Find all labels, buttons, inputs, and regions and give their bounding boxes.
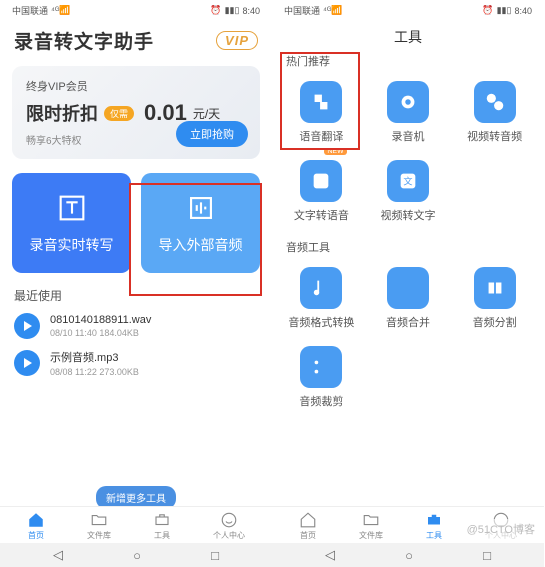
- tab-files[interactable]: 文件库: [87, 511, 111, 541]
- status-bar: 中国联通⁴ᴳ📶 ⏰▮▮▯8:40: [0, 0, 272, 21]
- section-hot: 热门推荐: [272, 49, 544, 69]
- text-frame-icon: [55, 191, 89, 225]
- back-icon[interactable]: ◁: [325, 547, 335, 563]
- trim-icon: [310, 356, 332, 378]
- recents-icon[interactable]: □: [211, 548, 219, 563]
- tool-tts[interactable]: NEW文字转语音: [278, 152, 365, 231]
- tool-split[interactable]: 音频分割: [451, 259, 538, 338]
- recents-icon[interactable]: □: [483, 548, 491, 563]
- list-item[interactable]: 示例音频.mp308/08 11:22 273.00KB: [0, 344, 272, 382]
- tool-recorder[interactable]: 录音机: [365, 73, 452, 152]
- home-soft-icon[interactable]: ○: [405, 548, 413, 563]
- convert-icon: [484, 91, 506, 113]
- note-icon: [310, 277, 332, 299]
- tab-home[interactable]: 首页: [27, 511, 45, 541]
- tab-tools[interactable]: 工具: [153, 511, 171, 541]
- app-title: 录音转文字助手: [14, 27, 154, 54]
- vtt-icon: 文: [397, 170, 419, 192]
- smile-icon: [220, 511, 238, 529]
- buy-now-button[interactable]: 立即抢购: [176, 121, 248, 147]
- list-item[interactable]: 0810140188911.wav08/10 11:40 184.04KB: [0, 308, 272, 344]
- home-icon: [299, 511, 317, 529]
- tab-tools[interactable]: 工具: [425, 511, 443, 541]
- phone-right: 中国联通⁴ᴳ📶 ⏰▮▮▯8:40 工具 热门推荐 语音翻译 录音机 视频转音频 …: [272, 0, 544, 567]
- new-badge: NEW: [324, 148, 346, 155]
- recent-header: 最近使用: [0, 279, 272, 308]
- watermark: @51CTO博客: [463, 519, 539, 539]
- tool-video-to-audio[interactable]: 视频转音频: [451, 73, 538, 152]
- android-nav: ◁ ○ □: [272, 543, 544, 567]
- vip-badge[interactable]: VIP: [216, 31, 258, 50]
- android-nav: ◁ ○ □: [0, 543, 272, 567]
- briefcase-icon: [425, 511, 443, 529]
- tool-merge[interactable]: 音频合并: [365, 259, 452, 338]
- briefcase-icon: [153, 511, 171, 529]
- realtime-transcribe-card[interactable]: 录音实时转写: [12, 173, 131, 273]
- phone-left: 中国联通⁴ᴳ📶 ⏰▮▮▯8:40 录音转文字助手 VIP 终身VIP会员 限时折…: [0, 0, 272, 567]
- import-audio-card[interactable]: 导入外部音频: [141, 173, 260, 273]
- translate-icon: [310, 91, 332, 113]
- tab-home[interactable]: 首页: [299, 511, 317, 541]
- folder-icon: [362, 511, 380, 529]
- tab-bar: 首页 文件库 工具 个人中心: [0, 506, 272, 545]
- tts-icon: [310, 170, 332, 192]
- tab-profile[interactable]: 个人中心: [213, 511, 245, 541]
- section-audio: 音频工具: [272, 235, 544, 255]
- tool-video-to-text[interactable]: 文视频转文字: [365, 152, 452, 231]
- home-icon: [27, 511, 45, 529]
- tool-format-convert[interactable]: 音频格式转换: [278, 259, 365, 338]
- audio-wave-icon: [184, 191, 218, 225]
- tool-trim[interactable]: 音频裁剪: [278, 338, 365, 417]
- folder-icon: [90, 511, 108, 529]
- svg-text:文: 文: [403, 176, 412, 187]
- status-bar: 中国联通⁴ᴳ📶 ⏰▮▮▯8:40: [272, 0, 544, 21]
- page-title: 工具: [272, 21, 544, 49]
- tool-voice-translate[interactable]: 语音翻译: [278, 73, 365, 152]
- record-icon: [397, 91, 419, 113]
- play-icon[interactable]: [14, 313, 40, 339]
- play-icon[interactable]: [14, 350, 40, 376]
- home-soft-icon[interactable]: ○: [133, 548, 141, 563]
- split-icon: [484, 277, 506, 299]
- vip-promo-card[interactable]: 终身VIP会员 限时折扣 仅需 0.01 元/天 畅享6大特权 立即抢购: [12, 66, 260, 159]
- back-icon[interactable]: ◁: [53, 547, 63, 563]
- tab-files[interactable]: 文件库: [359, 511, 383, 541]
- merge-icon: [397, 277, 419, 299]
